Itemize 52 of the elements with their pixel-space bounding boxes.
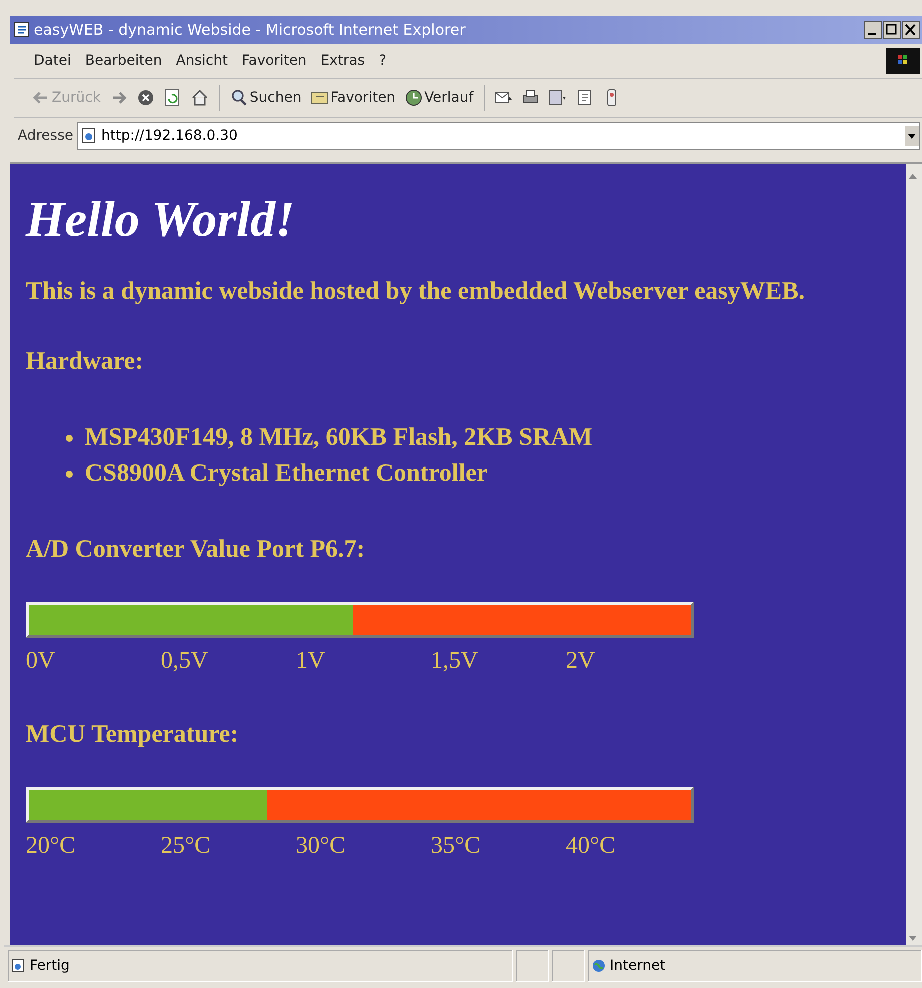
page-heading: Hello World! — [26, 190, 296, 248]
refresh-icon — [164, 89, 182, 107]
windows-logo-icon — [886, 48, 920, 74]
list-item: MSP430F149, 8 MHz, 60KB Flash, 2KB SRAM — [85, 423, 593, 453]
minimize-icon[interactable] — [864, 21, 882, 39]
list-item: CS8900A Crystal Ethernet Controller — [85, 459, 488, 489]
history-button[interactable]: Verlauf — [402, 88, 476, 108]
address-field[interactable]: http://192.168.0.30 — [77, 122, 920, 150]
menu-item[interactable]: Extras — [320, 53, 366, 69]
maximize-icon[interactable] — [883, 21, 901, 39]
section-heading: A/D Converter Value Port P6.7: — [26, 536, 366, 564]
scale-label: 1,5V — [431, 648, 480, 675]
window-title: easyWEB - dynamic Webside - Microsoft Internet Explorer — [34, 21, 466, 39]
page-icon — [12, 959, 26, 973]
browser-icon — [14, 22, 30, 38]
scale-label: 40°C — [566, 833, 617, 860]
scale-label: 0V — [26, 648, 56, 675]
menu-item[interactable]: Favoriten — [242, 53, 307, 69]
menu-item[interactable]: Bearbeiten — [85, 53, 162, 69]
section-heading: Hardware: — [26, 348, 145, 376]
menu-item[interactable]: ? — [379, 53, 386, 69]
scrollbar[interactable] — [906, 164, 922, 945]
search-button[interactable]: Suchen — [228, 88, 304, 108]
scale-label: 30°C — [296, 833, 347, 860]
scale-label: 0,5V — [161, 648, 210, 675]
bullet-icon — [66, 434, 73, 442]
scale-label: 25°C — [161, 833, 212, 860]
bullet-icon — [66, 470, 73, 478]
status-pane — [516, 950, 549, 982]
scale-label: 20°C — [26, 833, 77, 860]
clock-icon — [404, 89, 423, 107]
stop-icon — [136, 89, 155, 107]
document-icon — [548, 89, 567, 107]
scale-label: 2V — [566, 648, 596, 675]
page-icon — [81, 128, 98, 144]
search-icon — [230, 89, 248, 107]
intro-text: This is a dynamic webside hosted by the embedded Webserver easyWEB. — [26, 278, 806, 306]
close-icon[interactable] — [902, 21, 920, 39]
status-text: Fertig — [30, 958, 70, 974]
globe-icon — [592, 959, 606, 973]
favorites-button[interactable]: Favoriten — [308, 88, 398, 108]
scale-label: 35°C — [431, 833, 482, 860]
address-label: Adresse — [18, 128, 74, 144]
menu-item[interactable]: Datei — [34, 53, 72, 69]
status-pane — [552, 950, 585, 982]
home-icon — [190, 89, 209, 107]
section-heading: MCU Temperature: — [26, 721, 240, 749]
edit-button[interactable] — [546, 88, 569, 108]
menu-item[interactable]: Ansicht — [176, 53, 228, 69]
zone-text: Internet — [610, 958, 666, 974]
page-icon — [576, 89, 594, 107]
scale-label: 1V — [296, 648, 326, 675]
